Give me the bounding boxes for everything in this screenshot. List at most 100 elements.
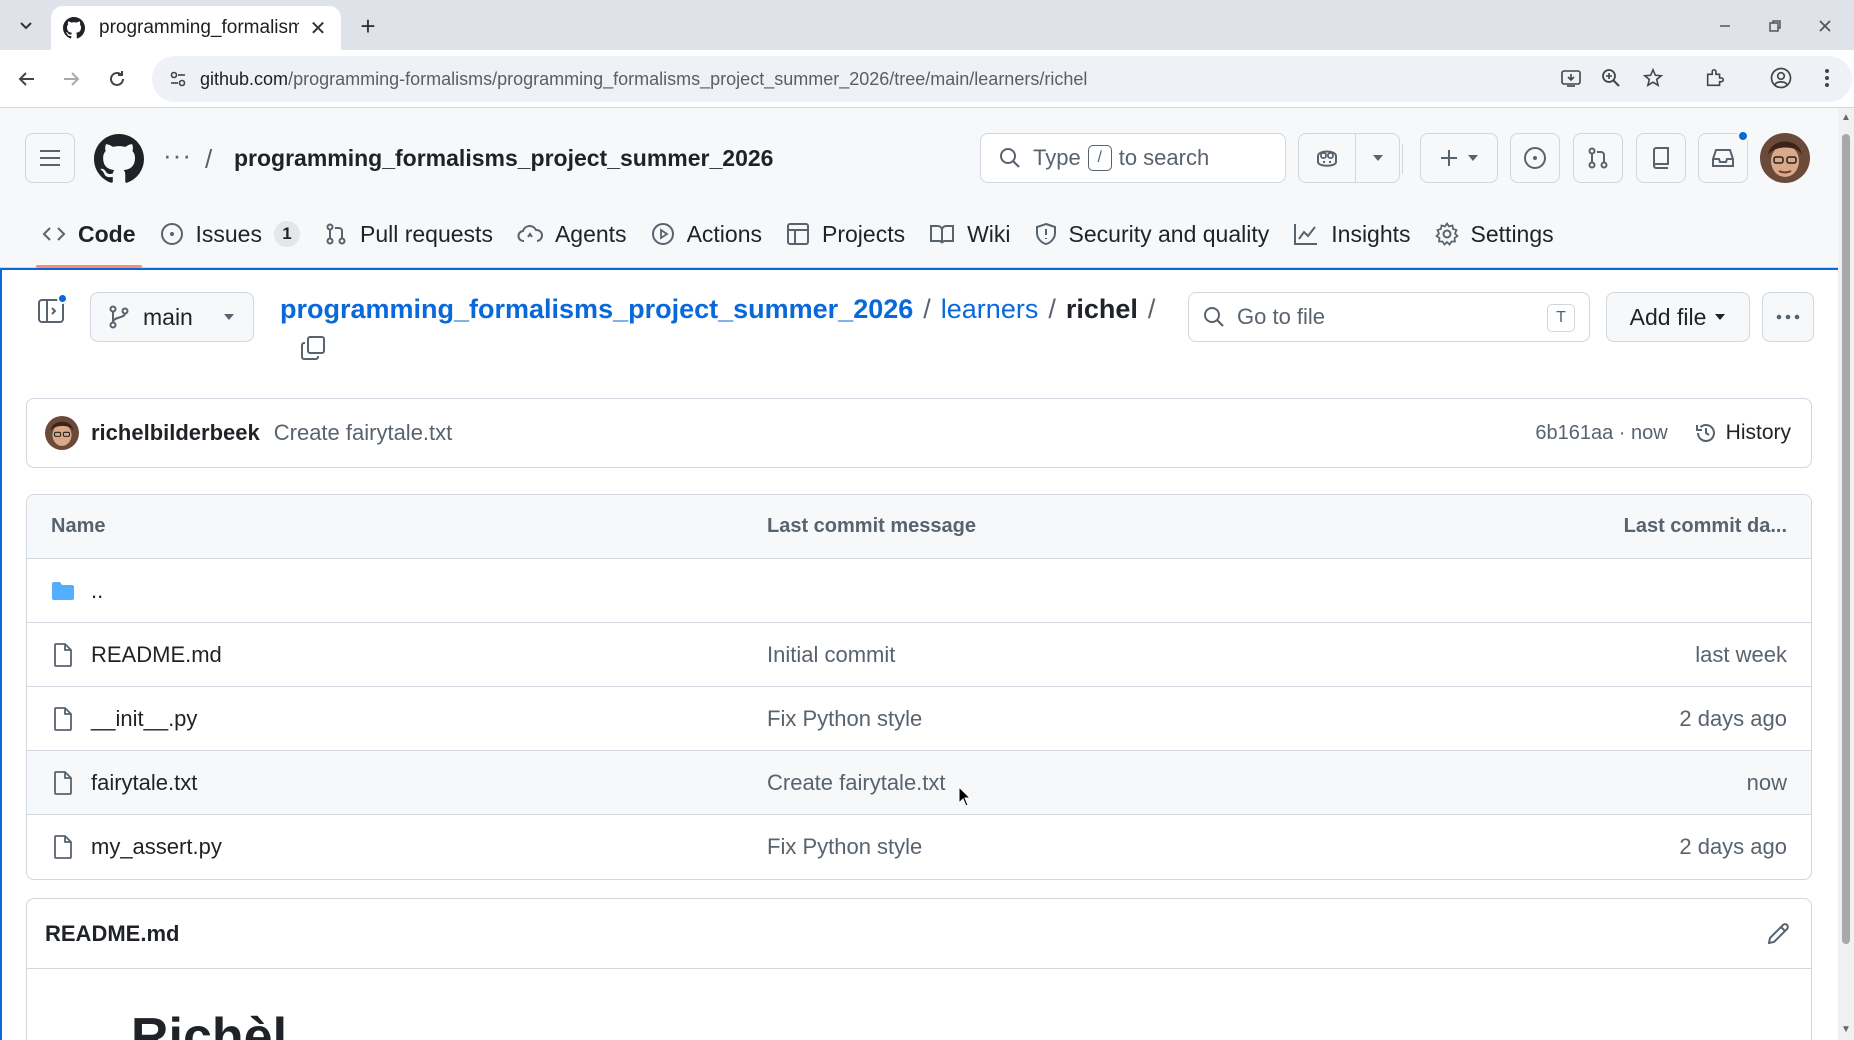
tab-security[interactable]: Security and quality xyxy=(1023,200,1282,268)
pull-request-icon xyxy=(1588,147,1608,169)
file-name-link[interactable]: __init__.py xyxy=(91,706,197,732)
repositories-button[interactable] xyxy=(1636,133,1686,183)
go-to-file-input[interactable]: Go to file T xyxy=(1188,292,1590,342)
toggle-notification-dot xyxy=(57,293,68,304)
path-current: richel xyxy=(1065,294,1138,324)
agent-cloud-icon xyxy=(517,223,543,245)
profile-button[interactable] xyxy=(1764,61,1798,95)
scroll-down-icon[interactable]: ▼ xyxy=(1840,1024,1852,1036)
copy-path-button[interactable] xyxy=(300,335,328,363)
file-commit-message[interactable]: Fix Python style xyxy=(767,706,922,732)
minimize-icon xyxy=(1720,25,1730,27)
forward-button[interactable] xyxy=(54,62,88,96)
new-tab-button[interactable]: + xyxy=(352,10,384,42)
chevron-down-icon xyxy=(20,22,32,30)
repo-title[interactable]: programming_formalisms_project_summer_20… xyxy=(234,145,773,172)
github-header: ··· / programming_formalisms_project_sum… xyxy=(0,108,1838,268)
history-button[interactable]: History xyxy=(1694,421,1791,445)
commit-author[interactable]: richelbilderbeek xyxy=(91,420,260,446)
search-shortcut-key: / xyxy=(1087,145,1112,171)
commit-message[interactable]: Create fairytale.txt xyxy=(274,420,453,446)
copilot-icon xyxy=(1317,150,1337,167)
table-row[interactable]: __init__.py Fix Python style 2 days ago xyxy=(27,687,1811,751)
breadcrumb-more-icon[interactable]: ··· xyxy=(163,140,192,171)
file-commit-date: now xyxy=(1746,769,1787,795)
parent-directory-row[interactable]: .. xyxy=(27,559,1811,623)
table-row[interactable]: README.md Initial commit last week xyxy=(27,623,1811,687)
restore-icon xyxy=(1769,20,1781,32)
latest-commit-bar: richelbilderbeek Create fairytale.txt 6b… xyxy=(26,398,1812,468)
file-tree-toggle[interactable] xyxy=(36,293,68,326)
scrollbar-thumb[interactable] xyxy=(1842,134,1850,944)
table-row[interactable]: my_assert.py Fix Python style 2 days ago xyxy=(27,815,1811,879)
search-type-label: Type xyxy=(1033,145,1081,170)
file-table-header: Name Last commit message Last commit da.… xyxy=(27,495,1811,559)
file-name-link[interactable]: my_assert.py xyxy=(91,834,222,860)
reload-button[interactable] xyxy=(100,62,134,96)
restore-button[interactable] xyxy=(1758,10,1792,42)
file-commit-message[interactable]: Fix Python style xyxy=(767,834,922,860)
zoom-button[interactable] xyxy=(1594,61,1628,95)
pull-requests-button[interactable] xyxy=(1573,133,1623,183)
browser-menu-button[interactable] xyxy=(1810,61,1844,95)
minimize-button[interactable] xyxy=(1708,10,1742,42)
history-label: History xyxy=(1725,421,1791,444)
commit-sha-time[interactable]: 6b161aa · now xyxy=(1535,422,1667,445)
bookmark-button[interactable] xyxy=(1636,61,1670,95)
tab-search-button[interactable] xyxy=(10,10,42,42)
path-learners-link[interactable]: learners xyxy=(941,294,1039,324)
path-separator: / xyxy=(923,294,931,324)
install-app-button[interactable] xyxy=(1554,61,1588,95)
reload-icon xyxy=(110,71,124,86)
shield-icon xyxy=(1035,222,1057,246)
tab-insights-label: Insights xyxy=(1331,220,1411,247)
extensions-button[interactable] xyxy=(1698,61,1732,95)
copilot-dropdown-button[interactable] xyxy=(1355,134,1399,182)
commit-author-avatar[interactable] xyxy=(45,416,79,450)
star-icon xyxy=(1642,67,1664,87)
file-name-link[interactable]: fairytale.txt xyxy=(91,770,197,796)
history-icon xyxy=(1695,424,1715,442)
puzzle-icon xyxy=(1706,68,1725,87)
close-window-button[interactable] xyxy=(1808,10,1842,42)
copilot-button[interactable] xyxy=(1299,134,1355,182)
tab-close-icon[interactable]: ✕ xyxy=(307,17,329,40)
scroll-up-icon[interactable]: ▲ xyxy=(1840,112,1852,124)
edit-readme-button[interactable] xyxy=(1765,921,1791,947)
user-avatar[interactable] xyxy=(1760,133,1810,183)
parent-directory-link[interactable]: .. xyxy=(91,578,103,604)
branch-selector[interactable]: main xyxy=(90,292,254,342)
path-separator: / xyxy=(1147,294,1156,324)
github-favicon-icon xyxy=(63,17,85,39)
file-name-link[interactable]: README.md xyxy=(91,642,222,668)
tab-actions[interactable]: Actions xyxy=(639,200,774,268)
file-commit-message[interactable]: Create fairytale.txt xyxy=(767,770,946,796)
triangle-down-icon xyxy=(1468,155,1478,161)
main-content: main programming_formalisms_project_summ… xyxy=(0,268,1838,1040)
create-new-button[interactable] xyxy=(1420,133,1498,183)
tab-settings[interactable]: Settings xyxy=(1423,200,1566,268)
site-settings-icon[interactable] xyxy=(158,69,198,89)
tab-projects[interactable]: Projects xyxy=(774,200,917,268)
page-scrollbar[interactable]: ▲ ▼ xyxy=(1838,108,1854,1040)
tab-wiki[interactable]: Wiki xyxy=(917,200,1022,268)
browser-tab[interactable]: programming_formalism ✕ xyxy=(51,6,341,50)
global-menu-button[interactable] xyxy=(25,133,75,183)
add-file-button[interactable]: Add file xyxy=(1606,292,1750,342)
tab-insights[interactable]: Insights xyxy=(1281,200,1422,268)
more-options-button[interactable] xyxy=(1762,292,1814,342)
tab-code[interactable]: Code xyxy=(30,200,148,268)
play-icon xyxy=(651,222,675,246)
table-row[interactable]: fairytale.txt Create fairytale.txt now xyxy=(27,751,1811,815)
readme-title[interactable]: README.md xyxy=(45,921,179,947)
github-logo-icon[interactable] xyxy=(94,134,144,184)
tab-pull-requests[interactable]: Pull requests xyxy=(312,200,505,268)
back-button[interactable] xyxy=(10,62,44,96)
close-icon xyxy=(1819,20,1831,32)
path-repo-link[interactable]: programming_formalisms_project_summer_20… xyxy=(280,294,913,324)
tab-issues[interactable]: Issues 1 xyxy=(148,200,312,268)
global-search-input[interactable]: Type / to search xyxy=(980,133,1286,183)
issues-button[interactable] xyxy=(1510,133,1560,183)
file-commit-message[interactable]: Initial commit xyxy=(767,642,895,668)
tab-agents[interactable]: Agents xyxy=(505,200,639,268)
